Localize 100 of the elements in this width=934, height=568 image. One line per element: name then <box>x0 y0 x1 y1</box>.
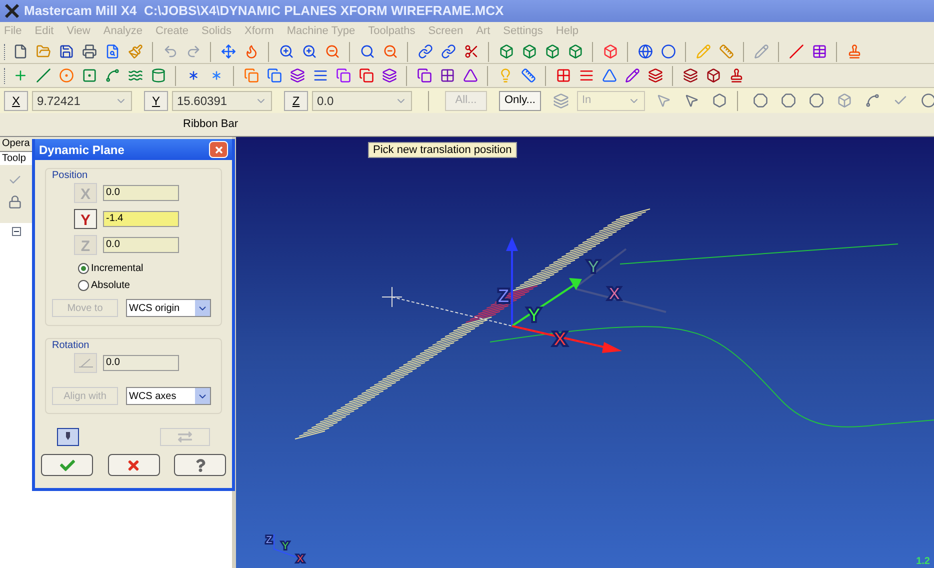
cancel-button[interactable] <box>108 454 160 476</box>
tree-collapse-icon[interactable] <box>12 227 21 236</box>
value-field[interactable]: 0.0 <box>103 185 179 201</box>
ribbon-caption: Ribbon Bar <box>183 117 238 132</box>
pointer-icon <box>656 93 670 108</box>
radio-label: Incremental <box>91 262 144 276</box>
grid-icon <box>556 68 570 83</box>
pencil-icon <box>696 44 710 59</box>
plus-icon <box>12 68 28 83</box>
tooltip: Pick new translation position <box>368 142 517 158</box>
dialog-title: Dynamic Plane <box>39 142 124 158</box>
line-icon <box>36 68 50 83</box>
toolbar-grip[interactable] <box>4 44 7 60</box>
radio-label: Absolute <box>91 279 130 293</box>
stamp-icon <box>728 68 744 83</box>
layers-icon <box>382 68 396 83</box>
link-icon <box>440 44 456 59</box>
link-icon <box>418 44 432 59</box>
value-field[interactable]: 0.0 <box>103 237 179 253</box>
lines-icon <box>578 68 594 83</box>
cross-icon <box>126 458 141 472</box>
brush-icon <box>128 44 142 59</box>
axis-label: X <box>297 554 304 565</box>
pin-button[interactable] <box>57 428 79 446</box>
double-arrow-icon <box>178 430 192 444</box>
cylinder-icon <box>150 68 166 83</box>
hexagon-icon <box>712 93 726 108</box>
cube-icon <box>522 44 536 59</box>
copy-icon <box>336 68 350 83</box>
axis-button[interactable]: Y <box>74 209 97 229</box>
stamp-icon <box>846 44 862 59</box>
undo-icon <box>162 44 178 59</box>
octagon-icon <box>808 93 824 108</box>
window-title: Mastercam Mill X4 C:\JOBS\X4\DYNAMIC PLANES XFORM WIREFRAME.MCX <box>24 2 504 20</box>
axis-label: Y <box>588 259 599 276</box>
close-button[interactable] <box>209 141 228 158</box>
align-icon <box>312 68 328 83</box>
pencil-icon <box>754 44 768 59</box>
cube-icon <box>498 44 514 59</box>
save-icon <box>58 44 74 59</box>
close-icon <box>214 144 224 154</box>
coordinate-field[interactable]: 0.0 <box>312 90 412 110</box>
fillet-icon <box>104 68 120 83</box>
axis-button[interactable]: Z <box>74 235 97 255</box>
line-icon <box>788 44 804 59</box>
file-search-icon <box>104 44 120 59</box>
axis-label: Y <box>282 541 289 552</box>
ok-button[interactable] <box>41 454 93 476</box>
value-field[interactable]: -1.4 <box>103 211 179 227</box>
value-field[interactable]: 0.0 <box>103 355 179 371</box>
copy-icon <box>266 68 282 83</box>
ruler-icon <box>520 68 536 83</box>
group-title: Rotation <box>52 339 90 353</box>
view-triad-drawing <box>274 534 296 558</box>
zoom-in-icon <box>278 44 294 59</box>
axis-label: X <box>609 286 620 303</box>
scale-readout: 1.2 <box>916 556 930 568</box>
circle-icon <box>58 68 74 83</box>
scissors-icon <box>464 44 478 59</box>
origin-select[interactable]: WCS origin <box>126 299 211 317</box>
globe-icon <box>638 44 652 59</box>
radio-button[interactable] <box>78 280 89 291</box>
axis-button[interactable]: X <box>74 183 97 203</box>
axis-button[interactable]: Y <box>144 90 168 110</box>
zoom-out-icon <box>324 44 340 59</box>
sphere-icon <box>660 44 676 59</box>
rectangle-icon <box>82 68 96 83</box>
layers-icon <box>648 68 662 83</box>
copy-icon <box>358 68 374 83</box>
layers-icon <box>290 68 304 83</box>
copy-icon <box>244 68 258 83</box>
lock-icon[interactable] <box>8 195 22 209</box>
folder-icon <box>36 44 50 59</box>
table-icon <box>812 44 826 59</box>
coordinate-field[interactable]: 15.60391 <box>172 90 272 110</box>
axis-button[interactable]: X <box>4 90 28 110</box>
toolbar-grip[interactable] <box>4 68 7 84</box>
printer-icon <box>82 44 96 59</box>
axis-button[interactable]: Z <box>284 90 308 110</box>
crossed-tools-icon <box>4 3 20 19</box>
layers-icon <box>553 92 569 108</box>
axes-select[interactable]: WCS axes <box>126 387 211 405</box>
cube-icon <box>544 44 560 59</box>
octagon-icon <box>780 93 796 108</box>
zoom-out-icon <box>382 44 398 59</box>
move-icon <box>220 44 236 59</box>
spline-icon <box>128 68 142 83</box>
octagon-icon <box>752 93 768 108</box>
help-button[interactable] <box>174 454 226 476</box>
ribbon-button[interactable]: Only... <box>499 90 541 110</box>
box-icon <box>706 68 720 83</box>
radio-button[interactable] <box>78 263 89 274</box>
flame-icon <box>244 44 258 59</box>
triangle-icon <box>462 68 478 83</box>
file-icon <box>12 44 28 59</box>
layers-icon <box>682 68 698 83</box>
curve-icon <box>864 93 880 108</box>
coordinate-field[interactable]: 9.72421 <box>32 90 132 110</box>
checkmark-icon <box>60 458 74 472</box>
pencil-icon <box>624 68 640 83</box>
